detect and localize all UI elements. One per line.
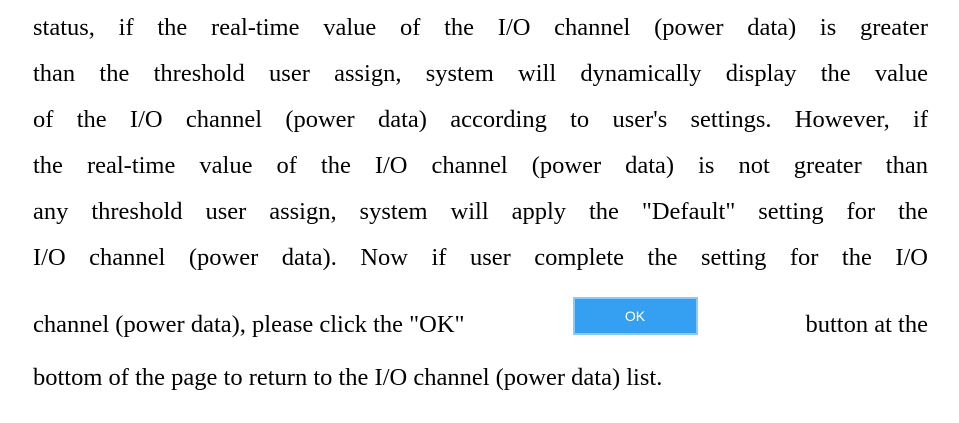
ok-line-text-before: channel (power data), please click the "… [33, 311, 465, 338]
paragraph-line-1: status, if the real-time value of the I/… [33, 14, 928, 41]
paragraph-line-4: the real-time value of the I/O channel (… [33, 152, 928, 179]
paragraph-line-6: I/O channel (power data). Now if user co… [33, 244, 928, 271]
paragraph-line-last: bottom of the page to return to the I/O … [33, 364, 663, 391]
paragraph-line-2: than the threshold user assign, system w… [33, 60, 928, 87]
ok-button[interactable]: OK [572, 297, 698, 335]
ok-line-text-after: button at the [805, 311, 928, 338]
paragraph-line-ok: channel (power data), please click the "… [33, 297, 928, 344]
paragraph-line-5: any threshold user assign, system will a… [33, 198, 928, 225]
paragraph-line-3: of the I/O channel (power data) accordin… [33, 106, 928, 133]
